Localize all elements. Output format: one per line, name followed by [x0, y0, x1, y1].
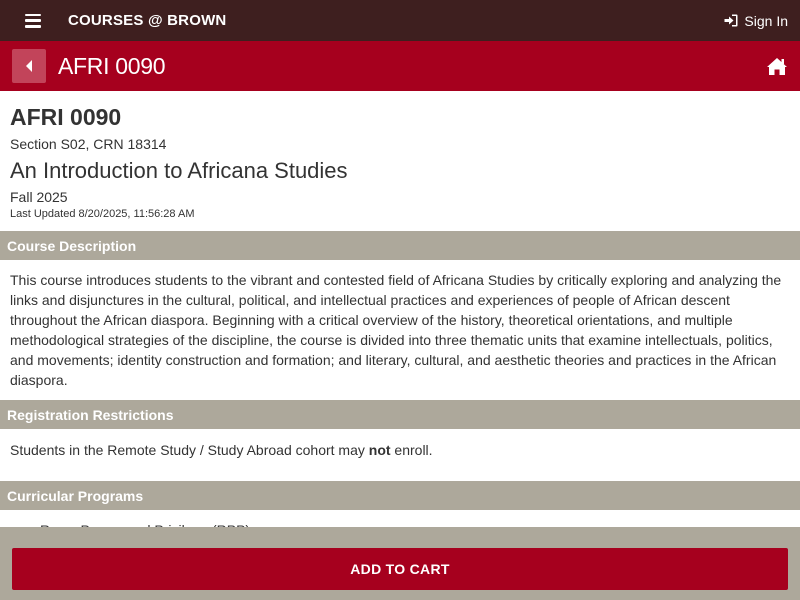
site-brand[interactable]: COURSES @ BROWN [68, 12, 226, 29]
top-navbar: COURSES @ BROWN Sign In [0, 0, 800, 41]
sign-in-label: Sign In [744, 12, 788, 29]
add-to-cart-button[interactable]: ADD TO CART [12, 548, 788, 590]
course-description-text: This course introduces students to the v… [10, 272, 782, 388]
curricular-programs-heading: Curricular Programs [0, 481, 800, 510]
sign-in-icon [724, 14, 738, 27]
course-code: AFRI 0090 [10, 104, 122, 130]
hamburger-icon[interactable] [25, 13, 41, 28]
course-term: Fall 2025 [10, 189, 68, 205]
registration-restrictions-text: Students in the Remote Study / Study Abr… [0, 429, 800, 481]
home-icon [767, 57, 787, 75]
course-title: An Introduction to Africana Studies [10, 158, 348, 183]
sign-in-button[interactable]: Sign In [724, 13, 788, 29]
course-header-bar: AFRI 0090 [0, 41, 800, 91]
restriction-text-start: Students in the Remote Study / Study Abr… [10, 442, 369, 458]
last-updated: Last Updated 8/20/2025, 11:56:28 AM [10, 208, 195, 220]
caret-left-icon [26, 60, 32, 72]
course-summary: AFRI 0090 Section S02, CRN 18314 An Intr… [0, 104, 800, 220]
restriction-text-emphasis: not [368, 442, 391, 458]
restriction-text-end: enroll. [390, 442, 433, 458]
registration-restrictions-heading: Registration Restrictions [0, 400, 800, 429]
course-description-heading: Course Description [0, 231, 800, 260]
add-to-cart-bar: ADD TO CART [0, 527, 800, 600]
header-course-code: AFRI 0090 [58, 52, 166, 79]
section-crn: Section S02, CRN 18314 [10, 136, 167, 152]
back-button[interactable] [12, 49, 46, 83]
home-button[interactable] [766, 57, 788, 76]
